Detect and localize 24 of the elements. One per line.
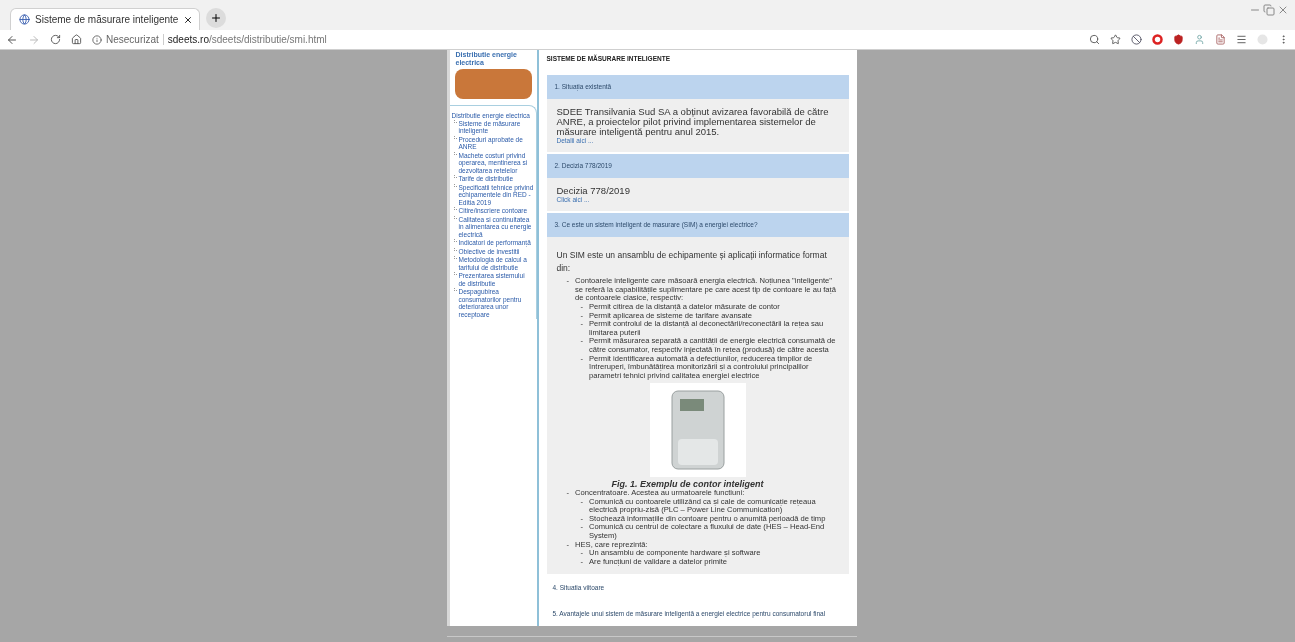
blocked-icon[interactable] bbox=[1131, 34, 1142, 45]
back-icon[interactable] bbox=[6, 33, 18, 46]
shield-icon[interactable] bbox=[1173, 34, 1184, 45]
address-bar[interactable]: Nesecurizat sdeets.ro/sdeets/distributie/smi.html bbox=[92, 32, 327, 47]
restore-icon[interactable] bbox=[1263, 4, 1275, 16]
close-icon[interactable] bbox=[183, 14, 194, 25]
bookmark-star-icon[interactable] bbox=[1110, 34, 1121, 45]
section-text: Un SIM este un ansamblu de echipamente și aplicații informatice format din: bbox=[556, 248, 828, 275]
globe-icon bbox=[19, 14, 30, 25]
document-icon[interactable] bbox=[1215, 34, 1226, 45]
section-text: Decizia 778/2019 bbox=[556, 185, 631, 196]
zoom-icon[interactable] bbox=[1089, 34, 1100, 45]
list-icon[interactable] bbox=[1236, 34, 1247, 45]
info-icon bbox=[92, 34, 102, 45]
security-label: Nesecurizat bbox=[106, 33, 159, 47]
figure-caption: Fig. 1. Exemplu de contor inteligent bbox=[611, 480, 764, 489]
plus-icon bbox=[210, 12, 222, 24]
url-text: sdeets.ro/sdeets/distributie/smi.html bbox=[167, 33, 327, 47]
section-text: SDEE Transilvania Sud SA a obținut avizarea favorabilă de către ANRE, a proiectelor pilot privind implementarea sistemelor de măsurare inteligentă pentru anul 2015. bbox=[556, 106, 830, 137]
ring-icon[interactable] bbox=[1152, 34, 1163, 45]
reload-icon[interactable] bbox=[50, 34, 61, 45]
new-tab-button[interactable] bbox=[206, 8, 226, 28]
browser-tab[interactable]: Sisteme de măsurare inteligente bbox=[10, 8, 200, 30]
home-icon[interactable] bbox=[71, 34, 82, 45]
